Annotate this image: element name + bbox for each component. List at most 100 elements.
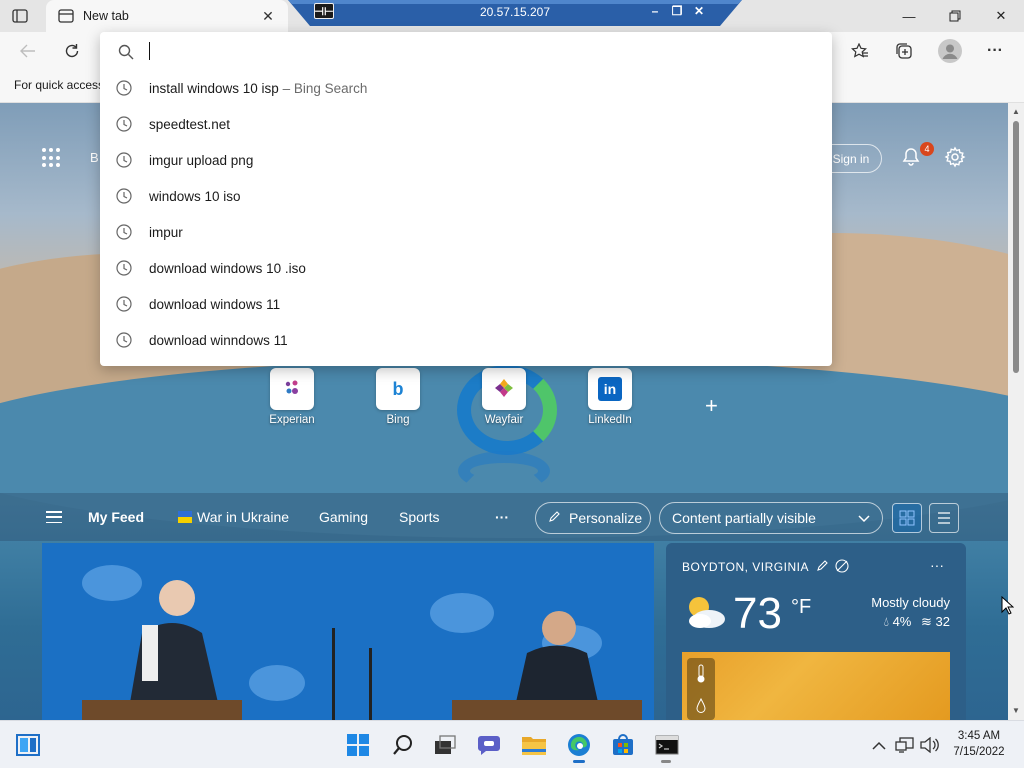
- chevron-down-icon: [858, 510, 870, 526]
- task-view-icon[interactable]: [432, 732, 458, 758]
- suggestion-text: download winndows 11: [149, 332, 288, 348]
- start-windows-icon[interactable]: [345, 732, 371, 758]
- page-scrollbar[interactable]: ▲ ▼: [1008, 103, 1024, 720]
- file-explorer-icon[interactable]: [521, 732, 547, 758]
- running-app-indicator: [661, 760, 671, 763]
- history-icon: [115, 115, 133, 133]
- weather-condition: Mostly cloudy: [871, 595, 950, 610]
- tab-label: War in Ukraine: [197, 509, 290, 525]
- quick-link-label: Bing: [386, 414, 410, 426]
- news-card-image[interactable]: [42, 543, 654, 720]
- personalize-button[interactable]: Personalize: [535, 502, 651, 534]
- suggestion-item[interactable]: download windows 11: [100, 286, 832, 322]
- show-hidden-icons-chevron-icon[interactable]: [866, 732, 892, 758]
- collections-icon[interactable]: [890, 37, 918, 65]
- terminal-icon[interactable]: [654, 732, 680, 758]
- scroll-down-icon[interactable]: ▼: [1012, 706, 1020, 715]
- rdp-minimize-button[interactable]: –: [646, 3, 664, 19]
- suggestion-item[interactable]: download winndows 11: [100, 322, 832, 358]
- suggestion-item[interactable]: install windows 10 isp – Bing Search: [100, 70, 832, 106]
- restore-button[interactable]: [932, 0, 978, 32]
- settings-gear-icon[interactable]: [944, 146, 966, 168]
- tab-my-feed[interactable]: My Feed: [88, 509, 144, 525]
- quick-link-experian[interactable]: Experian: [269, 368, 315, 426]
- rdp-restore-button[interactable]: ❐: [668, 3, 686, 19]
- linkedin-icon: in: [598, 377, 622, 401]
- clock-date: 7/15/2022: [953, 746, 1005, 758]
- more-topics-icon[interactable]: ···: [495, 509, 509, 525]
- system-clock[interactable]: 3:45 AM 7/15/2022: [946, 728, 1012, 760]
- close-window-button[interactable]: ✕: [978, 0, 1024, 32]
- search-taskbar-icon[interactable]: [390, 732, 416, 758]
- tab-new-tab[interactable]: New tab ✕: [46, 0, 288, 32]
- quick-link-linkedin[interactable]: in LinkedIn: [588, 368, 632, 426]
- close-tab-icon[interactable]: ✕: [258, 6, 278, 26]
- suggestion-text: speedtest.net: [149, 116, 231, 132]
- suggestion-item[interactable]: imgur upload png: [100, 142, 832, 178]
- app-launcher-icon[interactable]: [42, 148, 62, 168]
- content-visibility-dropdown[interactable]: Content partially visible: [659, 502, 883, 534]
- edge-browser-icon[interactable]: [566, 732, 592, 758]
- weather-location: BOYDTON, VIRGINIA: [682, 560, 809, 574]
- favorites-icon[interactable]: [846, 37, 874, 65]
- refresh-icon[interactable]: [58, 37, 86, 65]
- suggestion-item[interactable]: impur: [100, 214, 832, 250]
- add-quick-link-icon[interactable]: +: [705, 393, 718, 419]
- scrollbar-thumb[interactable]: [1013, 121, 1019, 373]
- teams-chat-icon[interactable]: [476, 732, 502, 758]
- tab-actions-icon[interactable]: [10, 7, 30, 25]
- feed-menu-icon[interactable]: [46, 511, 62, 523]
- suggestion-item[interactable]: download windows 10 .iso: [100, 250, 832, 286]
- mouse-cursor-icon: [1001, 595, 1015, 618]
- favorites-bar-text: For quick access: [14, 78, 105, 92]
- minimize-button[interactable]: —: [886, 0, 932, 32]
- edit-location-icon[interactable]: [816, 559, 829, 575]
- weather-card[interactable]: BOYDTON, VIRGINIA ··· 73 °F Mostly cloud…: [666, 543, 966, 720]
- suggestion-item[interactable]: windows 10 iso: [100, 178, 832, 214]
- address-input[interactable]: [148, 38, 808, 64]
- weather-map[interactable]: [682, 652, 950, 720]
- grid-view-icon[interactable]: [892, 503, 922, 533]
- precipitation-icon: 💧︎: [883, 614, 889, 629]
- quick-link-wayfair[interactable]: Wayfair: [482, 368, 526, 426]
- suggestion-item[interactable]: speedtest.net: [100, 106, 832, 142]
- quick-link-bing[interactable]: b Bing: [376, 368, 420, 426]
- history-icon: [115, 151, 133, 169]
- list-view-icon[interactable]: [929, 503, 959, 533]
- suggestion-source: – Bing Search: [278, 80, 368, 96]
- notifications-bell-icon[interactable]: 4: [900, 142, 934, 168]
- weather-more-icon[interactable]: ···: [930, 557, 944, 573]
- suggestion-text: install windows 10 isp: [149, 80, 279, 96]
- header-partial-text: B: [90, 150, 99, 165]
- history-icon: [115, 187, 133, 205]
- tab-war-in-ukraine[interactable]: War in Ukraine: [178, 509, 289, 525]
- ukraine-flag-icon: [178, 511, 192, 523]
- address-bar-suggestions: install windows 10 isp – Bing Search spe…: [100, 32, 832, 366]
- tab-sports[interactable]: Sports: [399, 509, 439, 525]
- precipitation-layer-icon: [695, 697, 707, 717]
- notification-count-badge: 4: [920, 142, 934, 156]
- suggestion-text: download windows 11: [149, 296, 281, 312]
- history-icon: [115, 223, 133, 241]
- wayfair-icon: [493, 377, 515, 402]
- widgets-icon[interactable]: [15, 732, 41, 758]
- network-icon[interactable]: [892, 732, 918, 758]
- suggestion-text: impur: [149, 224, 183, 240]
- map-layer-selector[interactable]: [687, 658, 715, 720]
- location-off-icon[interactable]: [835, 559, 849, 576]
- tab-gaming[interactable]: Gaming: [319, 509, 368, 525]
- scroll-up-icon[interactable]: ▲: [1012, 107, 1020, 116]
- back-icon[interactable]: [14, 37, 42, 65]
- microsoft-store-icon[interactable]: [610, 732, 636, 758]
- wind-icon: ≋: [921, 614, 932, 629]
- quick-link-label: LinkedIn: [588, 414, 632, 426]
- suggestion-text: download windows 10 .iso: [149, 260, 306, 276]
- thermometer-icon: [694, 664, 708, 687]
- experian-icon: [282, 378, 302, 401]
- volume-icon[interactable]: [916, 732, 942, 758]
- more-options-icon[interactable]: ···: [981, 37, 1009, 65]
- rdp-close-button[interactable]: ✕: [690, 3, 708, 19]
- clock-time: 3:45 AM: [957, 730, 1001, 742]
- profile-avatar[interactable]: [936, 37, 964, 65]
- active-app-indicator: [573, 760, 585, 763]
